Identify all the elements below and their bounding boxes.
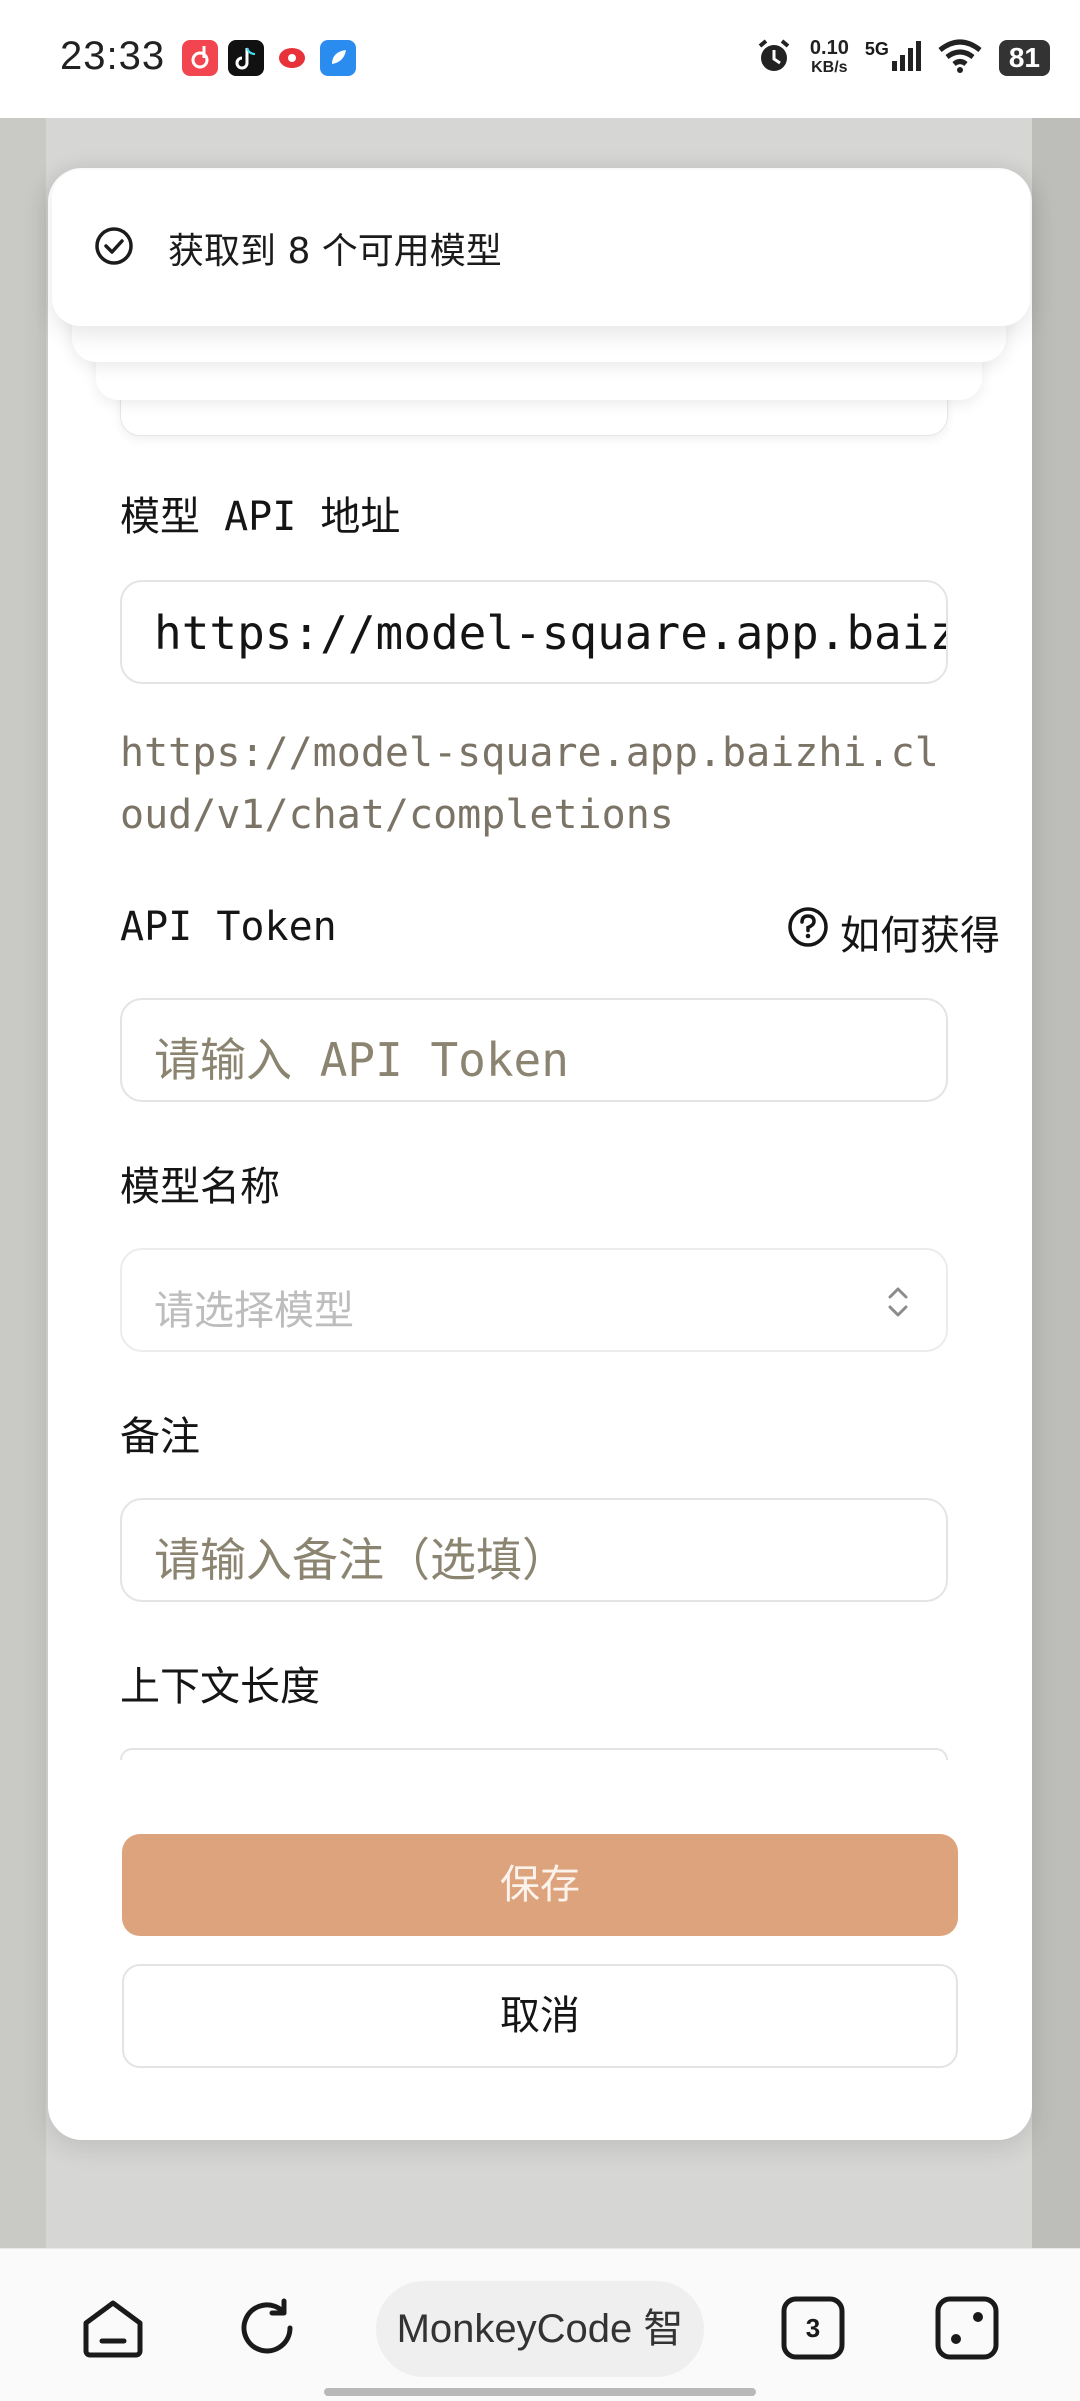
api-token-placeholder: 请输入 API Token — [154, 1033, 569, 1087]
signal-bars-icon — [891, 39, 921, 77]
api-url-label: 模型 API 地址 — [120, 494, 401, 540]
app-blue-icon — [320, 40, 356, 76]
context-length-input[interactable] — [120, 1748, 948, 1760]
network-speed-value: 0.10 — [809, 37, 849, 59]
question-circle-icon — [786, 905, 830, 959]
toast-notification: 获取到 8 个可用模型 — [52, 170, 1030, 326]
status-time: 23:33 — [60, 34, 166, 78]
home-icon[interactable] — [78, 2293, 148, 2363]
wifi-icon — [937, 38, 983, 78]
app-red-icon — [182, 40, 218, 76]
tabs-icon[interactable]: 3 — [778, 2293, 848, 2363]
api-url-value: https://model-square.app.baizhi.cloud/v1 — [154, 606, 946, 660]
cancel-button[interactable]: 取消 — [122, 1964, 958, 2068]
signal-type: 5G — [864, 39, 889, 59]
status-bar: 23:33 0.10 KB/s 5G 81 — [0, 0, 1080, 118]
browser-bottom-bar: MonkeyCode 智 3 — [0, 2248, 1080, 2401]
check-circle-icon — [92, 224, 136, 268]
chevron-up-down-icon — [884, 1282, 912, 1326]
network-speed-unit: KB/s — [811, 59, 848, 76]
signal-strength: 5G — [865, 39, 921, 77]
how-to-get-label: 如何获得 — [840, 913, 1000, 959]
tabs-count: 3 — [805, 2313, 821, 2343]
background-page-left — [0, 118, 46, 2248]
refresh-icon[interactable] — [232, 2293, 302, 2363]
note-label: 备注 — [120, 1414, 200, 1460]
model-name-label: 模型名称 — [120, 1164, 280, 1210]
api-url-hint: https://model-square.app.baizhi.cloud/v1… — [120, 730, 939, 838]
api-token-label: API Token — [120, 904, 337, 950]
menu-icon[interactable] — [932, 2293, 1002, 2363]
note-input[interactable]: 请输入备注（选填） — [120, 1498, 948, 1602]
api-url-input[interactable]: https://model-square.app.baizhi.cloud/v1 — [120, 580, 948, 684]
how-to-get-token-link[interactable]: 如何获得 — [786, 903, 1000, 961]
note-placeholder: 请输入备注（选填） — [154, 1533, 568, 1587]
model-select-placeholder: 请选择模型 — [154, 1288, 354, 1334]
background-page-right — [1032, 118, 1080, 2248]
home-indicator — [324, 2388, 756, 2396]
address-bar[interactable]: MonkeyCode 智 — [376, 2281, 704, 2377]
save-button[interactable]: 保存 — [122, 1834, 958, 1936]
toast-message: 获取到 8 个可用模型 — [168, 231, 502, 272]
tiktok-icon — [228, 40, 264, 76]
battery-level: 81 — [998, 40, 1050, 76]
app-red-play-icon — [274, 40, 310, 76]
status-right: 0.10 KB/s 5G 81 — [754, 30, 1050, 86]
model-select[interactable]: 请选择模型 — [120, 1248, 948, 1352]
network-speed: 0.10 KB/s — [810, 38, 849, 78]
api-token-input[interactable]: 请输入 API Token — [120, 998, 948, 1102]
alarm-icon — [754, 36, 794, 80]
context-length-label: 上下文长度 — [120, 1664, 320, 1710]
